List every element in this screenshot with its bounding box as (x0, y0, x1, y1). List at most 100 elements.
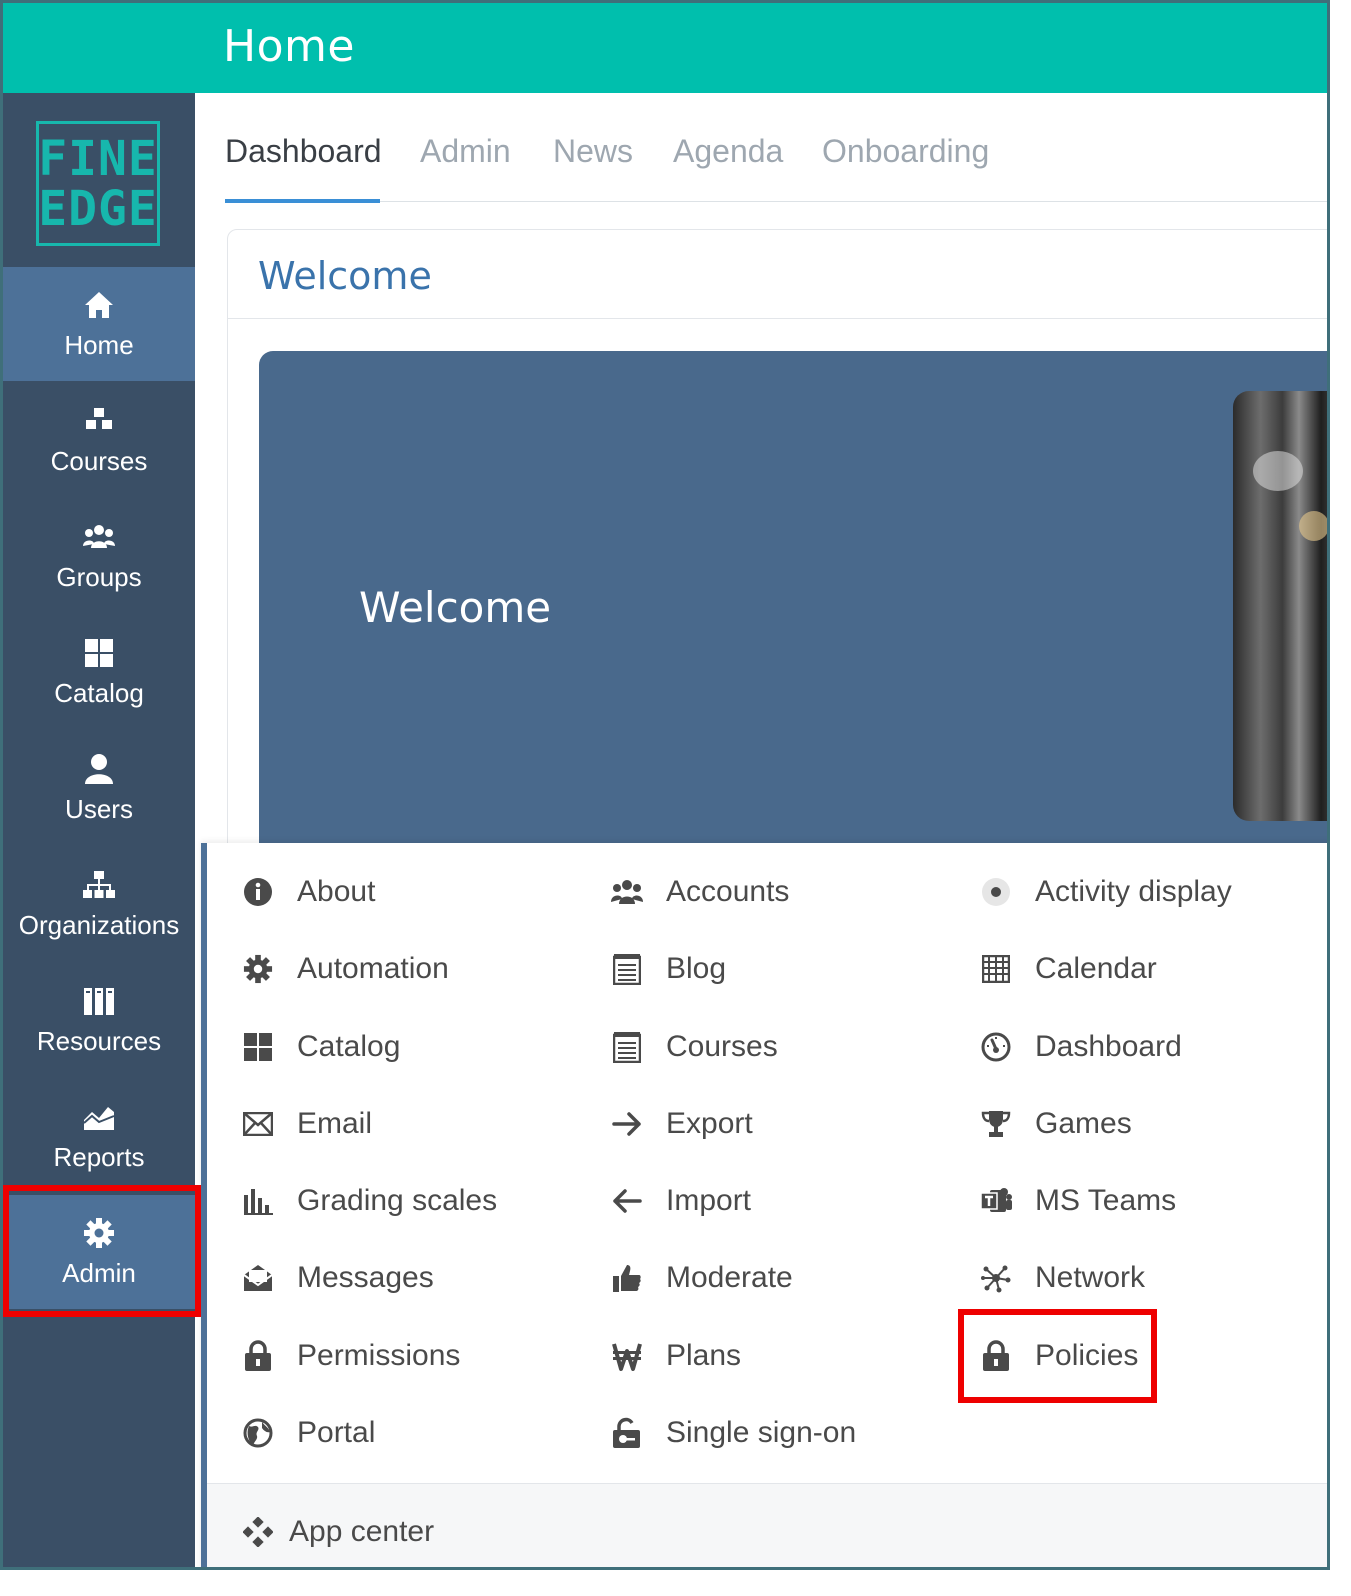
sidebar-item-label: Catalog (54, 677, 144, 708)
gear-icon (82, 1216, 116, 1250)
menu-item-label: Policies (1035, 1339, 1139, 1372)
sidebar-item-label: Groups (56, 561, 142, 592)
menu-item-app-center[interactable]: App center (241, 1507, 434, 1557)
menu-item-blog[interactable]: Blog (610, 944, 726, 994)
menu-item-label: Portal (297, 1416, 376, 1449)
thumbs-up-icon (610, 1261, 644, 1295)
sidebar-item-courses[interactable]: Courses (3, 383, 195, 497)
menu-item-permissions[interactable]: Permissions (241, 1331, 460, 1381)
sidebar-item-groups[interactable]: Groups (3, 499, 195, 613)
tabs-divider (225, 201, 1327, 202)
arrow-right-icon (610, 1107, 644, 1141)
menu-item-messages[interactable]: Messages (241, 1253, 434, 1303)
sidebar-item-label: Courses (50, 445, 148, 476)
group-icon (82, 520, 116, 554)
menu-item-network[interactable]: Network (979, 1253, 1145, 1303)
boxes-icon (82, 404, 116, 438)
books-icon (82, 984, 116, 1018)
group-icon (610, 875, 644, 909)
unlock-icon (610, 1416, 644, 1450)
banner-photo (1233, 391, 1327, 821)
trophy-icon (979, 1107, 1013, 1141)
menu-item-plans[interactable]: Plans (610, 1331, 741, 1381)
fine-edge-logo[interactable]: FINE EDGE (36, 121, 160, 246)
menu-item-label: Single sign-on (666, 1416, 857, 1449)
menu-item-label: Courses (666, 1030, 778, 1063)
menu-item-label: About (297, 875, 376, 908)
menu-item-label: Activity display (1035, 875, 1232, 908)
banner-title: Welcome (359, 583, 552, 632)
logo-line-1: FINE (38, 130, 158, 187)
home-icon (82, 288, 116, 322)
menu-item-automation[interactable]: Automation (241, 944, 449, 994)
menu-item-label: Email (297, 1107, 373, 1140)
active-tab-indicator (225, 199, 380, 203)
tab-agenda[interactable]: Agenda (673, 133, 783, 170)
menu-item-about[interactable]: About (241, 867, 375, 917)
sidebar-item-reports[interactable]: Reports (3, 1079, 195, 1193)
menu-item-label: Dashboard (1035, 1030, 1182, 1063)
tab-dashboard[interactable]: Dashboard (225, 133, 382, 170)
menu-item-label: Grading scales (297, 1184, 498, 1217)
envelope-icon (241, 1107, 275, 1141)
info-icon (241, 875, 275, 909)
user-icon (82, 752, 116, 786)
tab-news[interactable]: News (553, 133, 633, 170)
sidebar-item-resources[interactable]: Resources (3, 963, 195, 1077)
calendar-grid-icon (979, 952, 1013, 986)
menu-item-single-sign-on[interactable]: Single sign-on (610, 1408, 856, 1458)
grid-icon (241, 1030, 275, 1064)
menu-item-activity-display[interactable]: Activity display (979, 867, 1232, 917)
card-divider (228, 318, 1327, 319)
tab-onboarding[interactable]: Onboarding (822, 133, 989, 170)
sidebar-item-label: Admin (62, 1257, 136, 1288)
menu-item-grading-scales[interactable]: Grading scales (241, 1176, 497, 1226)
sidebar-item-users[interactable]: Users (3, 731, 195, 845)
menu-item-label: Export (666, 1107, 753, 1140)
teams-icon (979, 1184, 1013, 1218)
menu-item-label: Messages (297, 1261, 434, 1294)
sidebar-item-organizations[interactable]: Organizations (3, 847, 195, 961)
sidebar: FINE EDGE Home Courses Groups Catalog Us… (3, 93, 195, 1567)
menu-item-label: Blog (666, 952, 727, 985)
tab-admin[interactable]: Admin (420, 133, 511, 170)
menu-item-calendar[interactable]: Calendar (979, 944, 1157, 994)
sidebar-item-label: Reports (53, 1141, 145, 1172)
logo-line-2: EDGE (38, 180, 158, 237)
notepad-icon (610, 1030, 644, 1064)
menu-item-import[interactable]: Import (610, 1176, 751, 1226)
menu-item-ms-teams[interactable]: MS Teams (979, 1176, 1176, 1226)
won-icon (610, 1339, 644, 1373)
menu-item-label: Games (1035, 1107, 1132, 1140)
menu-item-label: Moderate (666, 1261, 793, 1294)
lock-icon (241, 1339, 275, 1373)
top-bar: Home (3, 3, 1327, 93)
grid-icon (82, 636, 116, 670)
menu-item-label: Catalog (297, 1030, 401, 1063)
chart-icon (82, 1100, 116, 1134)
menu-item-dashboard[interactable]: Dashboard (979, 1022, 1182, 1072)
sidebar-item-label: Resources (36, 1025, 162, 1056)
sidebar-item-admin[interactable]: Admin (3, 1195, 195, 1309)
open-envelope-icon (241, 1261, 275, 1295)
menu-item-courses[interactable]: Courses (610, 1022, 778, 1072)
menu-item-label: Calendar (1035, 952, 1157, 985)
apps-diamond-icon (241, 1515, 275, 1549)
menu-item-label: Import (666, 1184, 752, 1217)
sidebar-item-catalog[interactable]: Catalog (3, 615, 195, 729)
menu-item-policies[interactable]: Policies (979, 1331, 1138, 1381)
menu-item-portal[interactable]: Portal (241, 1408, 375, 1458)
menu-item-accounts[interactable]: Accounts (610, 867, 789, 917)
globe-icon (241, 1416, 275, 1450)
menu-item-email[interactable]: Email (241, 1099, 372, 1149)
card-title: Welcome (258, 254, 432, 298)
menu-item-catalog[interactable]: Catalog (241, 1022, 400, 1072)
menu-item-export[interactable]: Export (610, 1099, 753, 1149)
menu-item-label: MS Teams (1035, 1184, 1177, 1217)
menu-item-moderate[interactable]: Moderate (610, 1253, 793, 1303)
menu-item-label: Network (1035, 1261, 1146, 1294)
welcome-banner: Welcome (259, 351, 1327, 871)
menu-item-games[interactable]: Games (979, 1099, 1132, 1149)
sidebar-item-home[interactable]: Home (3, 267, 195, 381)
app-window: Home FINE EDGE Home Courses Groups Catal… (0, 0, 1330, 1570)
